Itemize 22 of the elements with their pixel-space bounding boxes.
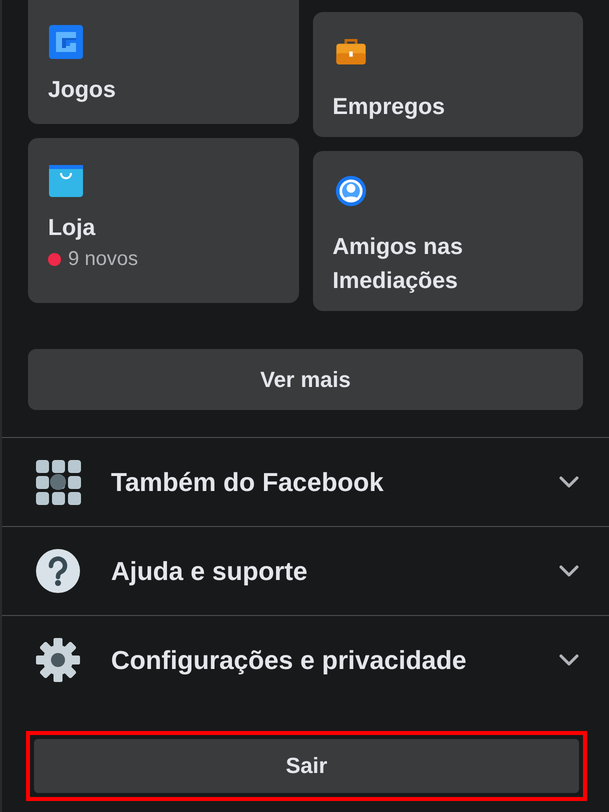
shortcut-label: Amigos nas Imediações — [332, 232, 464, 295]
shortcut-label: Loja — [48, 213, 96, 242]
shopping-bag-icon — [48, 162, 84, 198]
notification-count: 9 novos — [68, 248, 138, 271]
menu-section[interactable]: Também do Facebook — [2, 437, 609, 526]
see-more-button[interactable]: Ver mais — [28, 349, 583, 410]
chevron-down-icon — [559, 654, 579, 666]
shortcut-card[interactable]: Jogos — [28, 0, 298, 124]
settings-icon — [35, 637, 81, 683]
menu-section[interactable]: Ajuda e suporte — [2, 526, 609, 615]
shortcut-card[interactable]: Loja 9 novos — [28, 138, 298, 303]
shortcut-label: Jogos — [48, 75, 116, 104]
chevron-down-icon — [559, 565, 579, 577]
shortcut-card[interactable]: Amigos nas Imediações — [312, 151, 583, 311]
game-icon — [48, 24, 84, 60]
shortcut-label: Empregos — [332, 92, 445, 121]
grid-icon — [35, 459, 81, 505]
help-icon — [35, 548, 81, 594]
chevron-down-icon — [559, 476, 579, 488]
shortcut-card[interactable]: Empregos — [312, 12, 583, 137]
menu-section[interactable]: Configurações e privacidade — [2, 615, 609, 704]
logout-button[interactable]: Sair — [34, 739, 579, 793]
